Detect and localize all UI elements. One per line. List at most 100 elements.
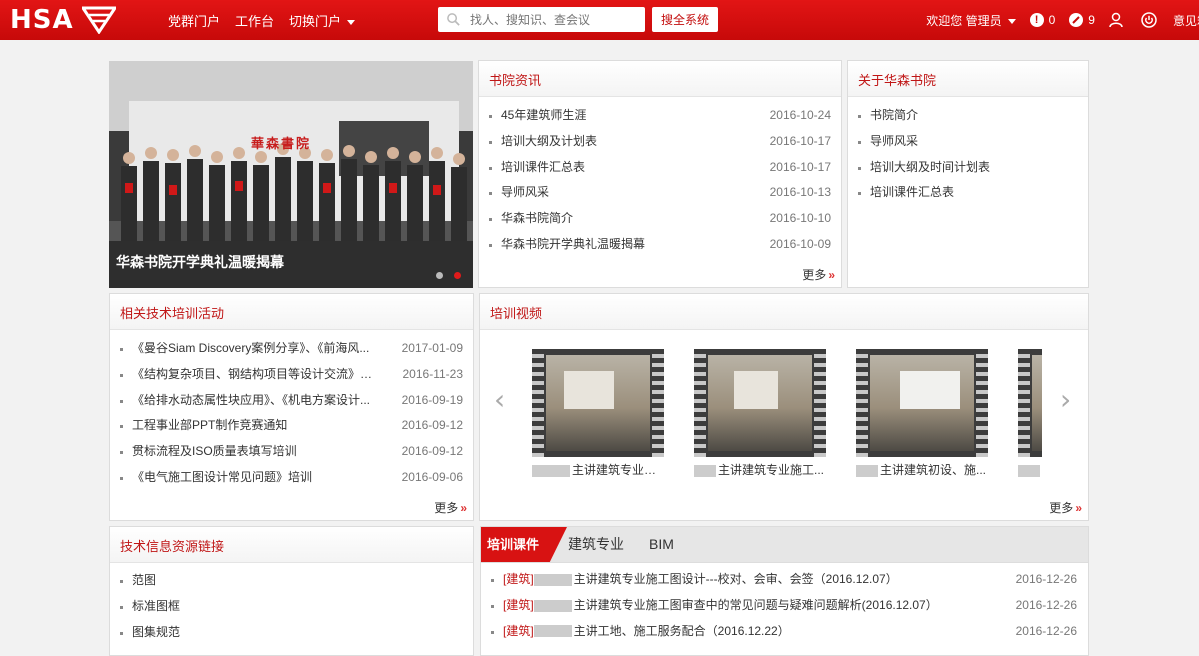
compass-icon[interactable]: [1069, 13, 1084, 27]
news-item-title: 培训大纲及计划表: [501, 133, 598, 148]
news-panel-title: 书院资讯: [489, 73, 542, 88]
list-item[interactable]: 华森书院开学典礼温暖揭幕 2016-10-09: [487, 232, 831, 258]
category-tag: [建筑]: [503, 572, 534, 586]
chevron-left-icon[interactable]: ‹: [494, 383, 505, 416]
video-caption-text: 主讲建筑专业施工...: [572, 463, 664, 477]
notice-count: 9: [1088, 13, 1095, 27]
videos-panel-title: 培训视频: [490, 306, 543, 321]
activity-item-title: 《电气施工图设计常见问题》培训: [132, 469, 313, 484]
tab-courseware[interactable]: 培训课件: [481, 527, 567, 562]
news-panel-header: 书院资讯: [479, 61, 841, 97]
links-panel-title: 技术信息资源链接: [120, 539, 225, 554]
activities-panel-header: 相关技术培训活动: [110, 294, 473, 330]
nav-party-portal[interactable]: 党群门户: [168, 11, 220, 30]
power-icon[interactable]: [1141, 12, 1157, 28]
search-all-button[interactable]: 搜全系统: [652, 7, 718, 32]
list-item[interactable]: 华森书院简介 2016-10-10: [487, 206, 831, 232]
list-item[interactable]: 培训大纲及时间计划表: [856, 155, 1078, 181]
video-caption: 主讲建筑初设、施...: [856, 461, 988, 478]
news-item-title: 华森书院简介: [501, 211, 574, 226]
list-item[interactable]: [建筑] 主讲建筑专业施工图设计---校对、会审、会签（2016.12.07） 20…: [489, 567, 1077, 593]
list-item[interactable]: 贯标流程及ISO质量表填写培训 2016-09-12: [118, 439, 463, 465]
news-item-date: 2016-10-09: [769, 236, 831, 251]
activity-item-title: 《曼谷Siam Discovery案例分享》、《前海风...: [132, 341, 370, 355]
links-panel: 技术信息资源链接 范图 标准图框 图集规范: [109, 526, 474, 656]
video-card[interactable]: 主: [1018, 349, 1042, 478]
video-card[interactable]: 主讲建筑初设、施...: [856, 349, 988, 478]
logo[interactable]: HSA: [10, 5, 116, 35]
courseware-tabs: 培训课件 建筑专业 BIM: [481, 527, 1088, 563]
courseware-panel: 培训课件 建筑专业 BIM [建筑] 主讲建筑专业施工图设计---校对、会审、会签…: [480, 526, 1089, 656]
video-caption-text: 主讲建筑初设、施...: [880, 463, 987, 477]
list-item[interactable]: 范图: [118, 568, 463, 594]
nav-workbench[interactable]: 工作台: [235, 11, 274, 30]
list-item[interactable]: 工程事业部PPT制作竞赛通知 2016-09-12: [118, 413, 463, 439]
double-chevron-right-icon: »: [828, 268, 835, 282]
video-caption-text: 主讲建筑专业施工...: [718, 463, 825, 477]
news-list: 45年建筑师生涯 2016-10-24 培训大纲及计划表 2016-10-17 培训…: [487, 103, 831, 258]
list-item[interactable]: 标准图框: [118, 594, 463, 620]
video-card[interactable]: 主讲建筑专业施工...: [694, 349, 826, 478]
activities-panel: 相关技术培训活动 《曼谷Siam Discovery案例分享》、《前海风... 2…: [109, 293, 474, 521]
carousel-dot-1[interactable]: [436, 272, 443, 279]
about-list: 书院简介 导师风采 培训大纲及时间计划表 培训课件汇总表: [856, 103, 1078, 206]
links-list: 范图 标准图框 图集规范: [118, 568, 463, 645]
list-item[interactable]: 《结构复杂项目、钢结构项目等设计交流》讲座 2016-11-23: [118, 362, 463, 388]
redacted-name: [533, 573, 572, 586]
activities-panel-title: 相关技术培训活动: [120, 306, 225, 321]
news-carousel[interactable]: 華森書院 华森书院开学典礼温暖揭幕: [109, 61, 473, 288]
list-item[interactable]: 导师风采 2016-10-13: [487, 180, 831, 206]
links-panel-header: 技术信息资源链接: [110, 527, 473, 563]
videos-more-link[interactable]: 更多»: [1049, 499, 1082, 516]
chevron-right-icon[interactable]: ›: [1060, 383, 1071, 416]
courseware-item-title: 主讲工地、施工服务配合（2016.12.22）: [573, 623, 790, 638]
news-item-title: 华森书院开学典礼温暖揭幕: [501, 236, 646, 251]
search-input[interactable]: [466, 7, 646, 32]
video-caption: 主: [1018, 461, 1042, 478]
activities-list: 《曼谷Siam Discovery案例分享》、《前海风... 2017-01-09…: [118, 336, 463, 491]
double-chevron-right-icon: »: [460, 501, 467, 515]
list-item[interactable]: 《曼谷Siam Discovery案例分享》、《前海风... 2017-01-09: [118, 336, 463, 362]
activities-more-link[interactable]: 更多»: [434, 499, 467, 516]
redacted-name: [856, 464, 878, 477]
video-card[interactable]: 主讲建筑专业施工...: [532, 349, 664, 478]
tab-bim[interactable]: BIM: [649, 527, 674, 562]
list-item[interactable]: 图集规范: [118, 620, 463, 646]
list-item[interactable]: [建筑] 主讲建筑专业施工图审查中的常见问题与疑难问题解析(2016.12.07）…: [489, 593, 1077, 619]
list-item[interactable]: 《电气施工图设计常见问题》培训 2016-09-06: [118, 465, 463, 491]
user-menu[interactable]: 欢迎您 管理员: [926, 12, 1016, 29]
redacted-name: [533, 599, 572, 612]
alert-count: 0: [1048, 13, 1056, 27]
news-item-date: 2016-10-13: [769, 185, 831, 200]
search-icon: [447, 13, 460, 26]
list-item[interactable]: 45年建筑师生涯 2016-10-24: [487, 103, 831, 129]
chevron-down-icon: [1007, 18, 1016, 24]
tab-architecture[interactable]: 建筑专业: [568, 527, 624, 562]
news-more-link[interactable]: 更多»: [802, 266, 835, 283]
alert-icon[interactable]: !: [1029, 13, 1044, 27]
list-item[interactable]: 培训大纲及计划表 2016-10-17: [487, 129, 831, 155]
list-item[interactable]: 导师风采: [856, 129, 1078, 155]
about-item-label: 书院简介: [870, 108, 919, 122]
logo-text: HSA: [10, 5, 74, 35]
list-item[interactable]: [建筑] 主讲工地、施工服务配合（2016.12.22） 2016-12-26: [489, 619, 1077, 645]
link-item-label: 范图: [132, 573, 157, 587]
list-item[interactable]: 培训课件汇总表 2016-10-17: [487, 155, 831, 181]
news-item-title: 导师风采: [501, 185, 550, 200]
nav-switch-portal[interactable]: 切换门户: [289, 11, 356, 30]
link-item-label: 图集规范: [132, 624, 181, 639]
list-item[interactable]: 培训课件汇总表: [856, 180, 1078, 206]
user-icon[interactable]: [1109, 12, 1125, 28]
carousel-caption[interactable]: 华森书院开学典礼温暖揭幕: [116, 252, 284, 272]
list-item[interactable]: 《给排水动态属性块应用》、《机电方案设计... 2016-09-19: [118, 388, 463, 414]
videos-more-label: 更多: [1049, 501, 1074, 515]
about-panel-title: 关于华森书院: [858, 73, 937, 88]
activity-item-title: 《结构复杂项目、钢结构项目等设计交流》讲座: [132, 366, 382, 381]
list-item[interactable]: 书院简介: [856, 103, 1078, 129]
video-thumbnail: [532, 349, 664, 457]
about-item-label: 培训课件汇总表: [870, 185, 955, 200]
video-thumbnail: [1018, 349, 1042, 457]
carousel-dot-2[interactable]: [454, 272, 461, 279]
activities-more-label: 更多: [434, 501, 459, 515]
feedback-link[interactable]: 意见箱: [1173, 12, 1199, 29]
